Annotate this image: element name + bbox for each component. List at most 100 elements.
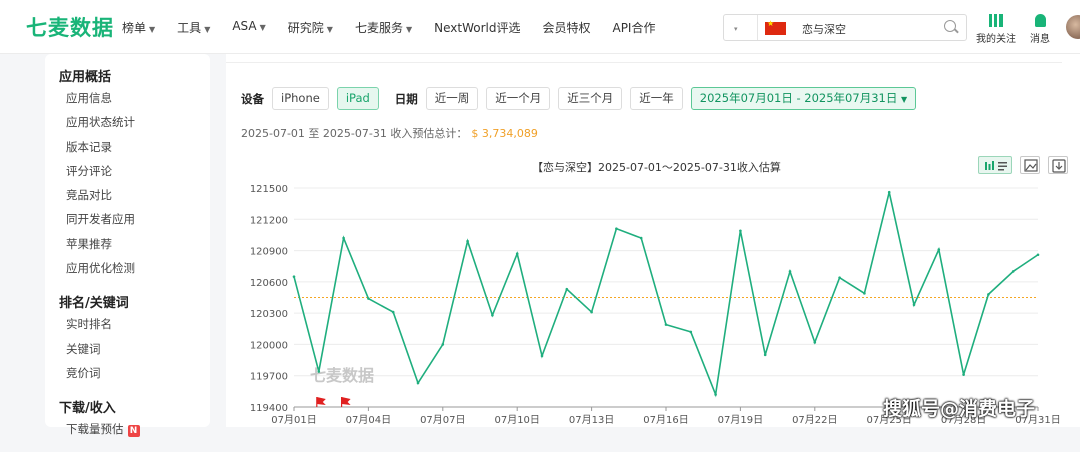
my-follow-label: 我的关注 bbox=[976, 34, 1016, 45]
bar-list-icon bbox=[985, 161, 1007, 171]
data-point bbox=[540, 354, 544, 358]
sidebar-item-label: 应用状态统计 bbox=[66, 115, 135, 130]
x-tick-label: 07月19日 bbox=[718, 414, 763, 426]
avatar[interactable] bbox=[1066, 15, 1080, 39]
data-point bbox=[639, 236, 643, 240]
download-button[interactable] bbox=[1048, 156, 1068, 174]
y-tick-label: 119700 bbox=[250, 372, 288, 383]
sidebar-item[interactable]: 应用状态统计 bbox=[59, 114, 210, 138]
nav-item[interactable]: API合作 bbox=[612, 19, 655, 36]
bell-icon bbox=[1034, 14, 1046, 27]
new-badge: N bbox=[127, 425, 140, 438]
image-icon bbox=[1024, 159, 1038, 172]
sidebar: 应用概括应用信息 应用状态统计版本记录 评分评论竞品对比同开发者应用 苹果推荐应用优化… bbox=[45, 54, 210, 438]
nav-item[interactable]: 七麦服务 ▼ bbox=[355, 19, 412, 36]
y-tick-label: 120000 bbox=[250, 340, 288, 351]
flag-marker-icon bbox=[341, 397, 351, 405]
y-tick-label: 121500 bbox=[250, 184, 288, 195]
search-input[interactable]: 恋与深空 bbox=[802, 21, 846, 37]
range-3month-button[interactable]: 近三个月 bbox=[558, 87, 623, 110]
data-point bbox=[491, 313, 494, 317]
sidebar-item-label: 竞价词 bbox=[66, 365, 101, 380]
data-point bbox=[714, 393, 717, 396]
chart-title: 【恋与深空】2025-07-01～2025-07-31收入估算 bbox=[532, 161, 781, 174]
sidebar-group-title: 应用概括 bbox=[59, 70, 112, 85]
nav-item-label: 榜单 bbox=[122, 21, 147, 35]
sidebar-item[interactable]: 关键词 bbox=[59, 341, 210, 365]
caret-down-icon: ▼ bbox=[259, 23, 266, 32]
data-point bbox=[739, 229, 742, 233]
sidebar-item-label: 苹果推荐 bbox=[66, 236, 112, 251]
nav-item-label: 工具 bbox=[177, 21, 202, 35]
data-point bbox=[1036, 253, 1040, 257]
divider bbox=[226, 62, 1062, 63]
nav-item[interactable]: NextWorld评选 bbox=[434, 19, 520, 36]
data-point bbox=[317, 370, 321, 373]
device-iphone-button[interactable]: iPhone bbox=[272, 87, 329, 110]
date-range-picker[interactable]: 2025年07月01日 - 2025年07月31日 ▼ bbox=[690, 87, 917, 110]
sidebar-item[interactable]: 评分评论 bbox=[59, 163, 210, 187]
range-year-button[interactable]: 近一年 bbox=[630, 87, 683, 110]
sidebar-item[interactable]: 版本记录 bbox=[59, 139, 210, 163]
flag-marker-icon bbox=[316, 397, 326, 405]
x-tick-label: 07月13日 bbox=[569, 414, 614, 426]
app-search[interactable]: ▾ 恋与深空 bbox=[723, 14, 967, 41]
sidebar-item[interactable]: 应用信息 bbox=[59, 90, 210, 114]
data-point bbox=[466, 239, 469, 243]
data-point bbox=[565, 287, 569, 291]
sidebar-item[interactable]: 同开发者应用 bbox=[59, 211, 210, 235]
data-point bbox=[689, 330, 693, 334]
data-point bbox=[590, 310, 593, 314]
nav-item[interactable]: 会员特权 bbox=[542, 19, 590, 36]
sidebar-item-label: 评分评论 bbox=[66, 163, 112, 178]
data-point bbox=[342, 236, 345, 240]
chart-toolbar bbox=[978, 156, 1076, 174]
x-tick-label: 07月04日 bbox=[346, 414, 391, 426]
data-point bbox=[962, 373, 965, 376]
nav-item[interactable]: 工具 ▼ bbox=[177, 19, 210, 36]
data-point bbox=[912, 303, 916, 307]
sidebar-item-label: 同开发者应用 bbox=[66, 212, 135, 227]
y-tick-label: 121200 bbox=[250, 215, 288, 226]
summary-text: 2025-07-01 至 2025-07-31 收入预估总计： bbox=[241, 127, 468, 140]
sidebar-item-label: 下载量预估 bbox=[66, 422, 124, 437]
chart-view-toggle[interactable] bbox=[978, 156, 1012, 174]
summary-amount: $ 3,734,089 bbox=[471, 127, 538, 140]
messages-button[interactable]: 消息 bbox=[1030, 14, 1050, 45]
platform-select[interactable]: ▾ bbox=[724, 15, 758, 40]
save-image-button[interactable] bbox=[1020, 156, 1040, 174]
main-nav: 榜单 ▼ 工具 ▼ ASA ▼ 研究院 ▼ 七麦服务 ▼ NextWorld评选 会员特权 API合作 bbox=[122, 19, 677, 36]
search-icon[interactable] bbox=[944, 20, 956, 32]
sidebar-item[interactable]: 竞品对比 bbox=[59, 187, 210, 211]
logo[interactable]: 七麦数据 bbox=[26, 12, 114, 42]
my-follow-button[interactable]: 我的关注 bbox=[976, 14, 1016, 45]
nav-item[interactable]: 研究院 ▼ bbox=[288, 19, 333, 36]
sidebar-item[interactable]: 竞价词 bbox=[59, 365, 210, 389]
nav-item-label: API合作 bbox=[612, 21, 656, 35]
china-flag-icon[interactable] bbox=[765, 19, 786, 35]
data-point bbox=[838, 276, 841, 279]
nav-item-label: ASA bbox=[232, 19, 257, 33]
device-ipad-button[interactable]: iPad bbox=[336, 87, 379, 110]
data-point bbox=[937, 248, 941, 251]
sidebar-item[interactable]: 苹果推荐 bbox=[59, 236, 210, 260]
data-point bbox=[515, 252, 519, 255]
sidebar-group-title: 下载/收入 bbox=[59, 401, 116, 417]
data-point bbox=[987, 293, 990, 296]
range-week-button[interactable]: 近一周 bbox=[425, 87, 479, 110]
main-panel: 设备 iPhone iPad 日期 近一周 近一个月 近三个月 近一年 2025… bbox=[226, 54, 1080, 427]
x-tick-label: 07月01日 bbox=[271, 414, 316, 426]
filter-bar: 设备 iPhone iPad 日期 近一周 近一个月 近三个月 近一年 2025… bbox=[241, 87, 924, 110]
date-label: 日期 bbox=[394, 91, 418, 106]
messages-label: 消息 bbox=[1030, 34, 1050, 45]
sidebar-item[interactable]: 实时排名 bbox=[59, 316, 210, 340]
sidebar-item-label: 竞品对比 bbox=[66, 188, 112, 203]
sidebar-item[interactable]: 应用优化检测 bbox=[59, 260, 210, 284]
sidebar-item[interactable]: 下载量预估 N bbox=[59, 421, 210, 445]
sidebar-item-label: 关键词 bbox=[66, 341, 101, 356]
x-tick-label: 07月10日 bbox=[494, 414, 539, 426]
range-month-button[interactable]: 近一个月 bbox=[486, 87, 551, 110]
nav-item[interactable]: 榜单 ▼ bbox=[122, 19, 155, 36]
chevron-down-icon: ▾ bbox=[734, 25, 738, 33]
nav-item[interactable]: ASA ▼ bbox=[232, 19, 265, 36]
